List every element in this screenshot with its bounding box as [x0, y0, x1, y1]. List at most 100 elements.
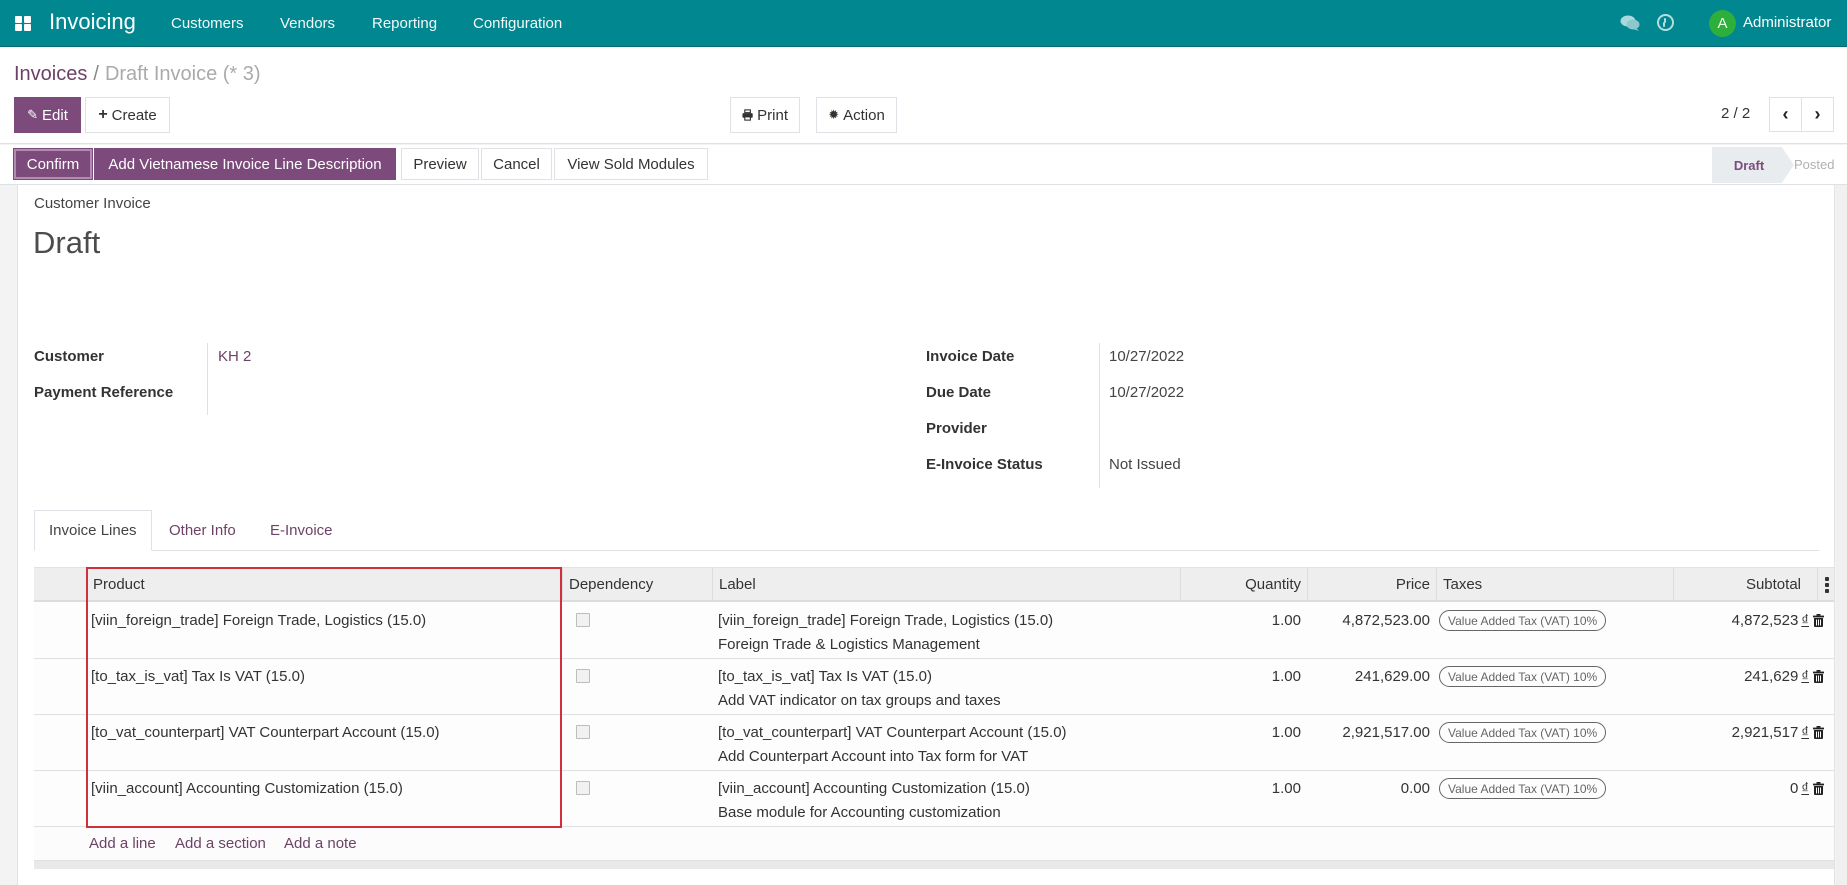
subtotal-cell: 0 ₫	[1673, 780, 1809, 797]
invoice-date-label: Invoice Date	[926, 348, 1015, 365]
due-date-field[interactable]: 10/27/2022	[1109, 384, 1184, 401]
customer-field[interactable]: KH 2	[218, 348, 251, 365]
add-note-link[interactable]: Add a note	[284, 835, 357, 852]
trash-icon[interactable]	[1813, 670, 1824, 683]
chat-icon[interactable]	[1620, 15, 1640, 31]
handle-column-header	[34, 568, 86, 601]
menu-configuration[interactable]: Configuration	[473, 15, 562, 32]
printer-icon	[742, 109, 753, 121]
menu-vendors[interactable]: Vendors	[280, 15, 335, 32]
table-row[interactable]: [to_vat_counterpart] VAT Counterpart Acc…	[34, 715, 1834, 771]
column-price[interactable]: Price	[1307, 568, 1436, 601]
quantity-cell[interactable]: 1.00	[1180, 780, 1301, 797]
label-cell[interactable]: [to_vat_counterpart] VAT Counterpart Acc…	[718, 724, 1067, 741]
more-vertical-icon	[1825, 577, 1829, 593]
table-footer	[34, 861, 1834, 869]
price-cell[interactable]: 241,629.00	[1307, 668, 1430, 685]
add-line-link[interactable]: Add a line	[89, 835, 156, 852]
clock-icon[interactable]	[1657, 14, 1674, 31]
due-date-label: Due Date	[926, 384, 992, 401]
currency-symbol: ₫	[1801, 668, 1809, 685]
create-label: Create	[111, 106, 157, 124]
currency-symbol: ₫	[1801, 612, 1809, 629]
label-cell[interactable]: [viin_account] Accounting Customization …	[718, 780, 1030, 797]
optional-columns-toggle[interactable]	[1817, 568, 1834, 601]
edit-button[interactable]: ✎ Edit	[14, 97, 81, 133]
quantity-cell[interactable]: 1.00	[1180, 724, 1301, 741]
tab-other-info[interactable]: Other Info	[155, 510, 250, 551]
product-cell[interactable]: [to_tax_is_vat] Tax Is VAT (15.0)	[91, 668, 305, 685]
label-cell[interactable]: [viin_foreign_trade] Foreign Trade, Logi…	[718, 612, 1053, 629]
product-cell[interactable]: [viin_account] Accounting Customization …	[91, 780, 403, 797]
edit-label: Edit	[42, 106, 68, 124]
top-navbar: Invoicing Customers Vendors Reporting Co…	[0, 0, 1847, 47]
tab-invoice-lines[interactable]: Invoice Lines	[34, 510, 152, 551]
pencil-icon: ✎	[27, 107, 39, 122]
app-name[interactable]: Invoicing	[49, 9, 136, 35]
document-type: Customer Invoice	[34, 195, 151, 212]
confirm-button[interactable]: Confirm	[13, 148, 93, 180]
description-cell: Foreign Trade & Logistics Management	[718, 636, 980, 653]
gear-icon: ✹	[828, 107, 840, 122]
price-cell[interactable]: 0.00	[1307, 780, 1430, 797]
cancel-button[interactable]: Cancel	[481, 148, 552, 180]
invoice-date-field[interactable]: 10/27/2022	[1109, 348, 1184, 365]
column-taxes[interactable]: Taxes	[1436, 568, 1673, 601]
dependency-checkbox[interactable]	[576, 725, 590, 739]
column-dependency[interactable]: Dependency	[562, 568, 712, 601]
trash-icon[interactable]	[1813, 782, 1824, 795]
print-label: Print	[757, 106, 788, 124]
trash-icon[interactable]	[1813, 726, 1824, 739]
tab-e-invoice[interactable]: E-Invoice	[256, 510, 347, 551]
print-button[interactable]: Print	[730, 97, 800, 133]
price-cell[interactable]: 2,921,517.00	[1307, 724, 1430, 741]
table-row[interactable]: [viin_account] Accounting Customization …	[34, 771, 1834, 827]
tax-badge[interactable]: Value Added Tax (VAT) 10%	[1439, 778, 1607, 799]
breadcrumb-invoices[interactable]: Invoices	[14, 63, 87, 85]
table-row[interactable]: [viin_foreign_trade] Foreign Trade, Logi…	[34, 603, 1834, 659]
column-product[interactable]: Product	[86, 568, 562, 601]
currency-symbol: ₫	[1801, 780, 1809, 797]
action-button[interactable]: ✹ Action	[816, 97, 897, 133]
description-cell: Add Counterpart Account into Tax form fo…	[718, 748, 1029, 765]
create-button[interactable]: + Create	[85, 97, 170, 133]
user-name[interactable]: Administrator	[1743, 14, 1831, 31]
product-cell[interactable]: [to_vat_counterpart] VAT Counterpart Acc…	[91, 724, 440, 741]
stage-draft[interactable]: Draft	[1712, 147, 1794, 183]
dependency-checkbox[interactable]	[576, 669, 590, 683]
dependency-checkbox[interactable]	[576, 613, 590, 627]
chevron-left-icon[interactable]: ‹	[1769, 97, 1802, 132]
customer-label: Customer	[34, 348, 105, 365]
stage-posted[interactable]: Posted	[1794, 157, 1834, 172]
table-row[interactable]: [to_tax_is_vat] Tax Is VAT (15.0) [to_ta…	[34, 659, 1834, 715]
payment-reference-label: Payment Reference	[34, 384, 174, 401]
add-vietnamese-description-button[interactable]: Add Vietnamese Invoice Line Description	[94, 148, 396, 180]
view-sold-modules-button[interactable]: View Sold Modules	[554, 148, 708, 180]
label-cell[interactable]: [to_tax_is_vat] Tax Is VAT (15.0)	[718, 668, 932, 685]
apps-grid-icon[interactable]	[15, 16, 31, 31]
tax-badge[interactable]: Value Added Tax (VAT) 10%	[1439, 666, 1607, 687]
tax-badge[interactable]: Value Added Tax (VAT) 10%	[1439, 722, 1607, 743]
subtotal-value: 2,921,517	[1731, 724, 1799, 741]
avatar[interactable]: A	[1709, 10, 1736, 37]
pager-value[interactable]: 2 / 2	[1721, 105, 1750, 122]
column-quantity[interactable]: Quantity	[1180, 568, 1307, 601]
quantity-cell[interactable]: 1.00	[1180, 668, 1301, 685]
add-section-link[interactable]: Add a section	[175, 835, 266, 852]
chevron-right-icon[interactable]: ›	[1801, 97, 1834, 132]
menu-reporting[interactable]: Reporting	[372, 15, 437, 32]
scrollbar-track[interactable]	[1836, 185, 1847, 885]
subtotal-cell: 2,921,517 ₫	[1673, 724, 1809, 741]
price-cell[interactable]: 4,872,523.00	[1307, 612, 1430, 629]
column-subtotal[interactable]: Subtotal	[1673, 568, 1817, 601]
tax-badge[interactable]: Value Added Tax (VAT) 10%	[1439, 610, 1607, 631]
trash-icon[interactable]	[1813, 614, 1824, 627]
menu-customers[interactable]: Customers	[171, 15, 244, 32]
subtotal-value: 241,629	[1744, 668, 1799, 685]
dependency-checkbox[interactable]	[576, 781, 590, 795]
product-cell[interactable]: [viin_foreign_trade] Foreign Trade, Logi…	[91, 612, 426, 629]
preview-button[interactable]: Preview	[401, 148, 479, 180]
form-sheet: Customer Invoice Draft Customer KH 2 Pay…	[17, 185, 1835, 885]
quantity-cell[interactable]: 1.00	[1180, 612, 1301, 629]
column-label[interactable]: Label	[712, 568, 1180, 601]
